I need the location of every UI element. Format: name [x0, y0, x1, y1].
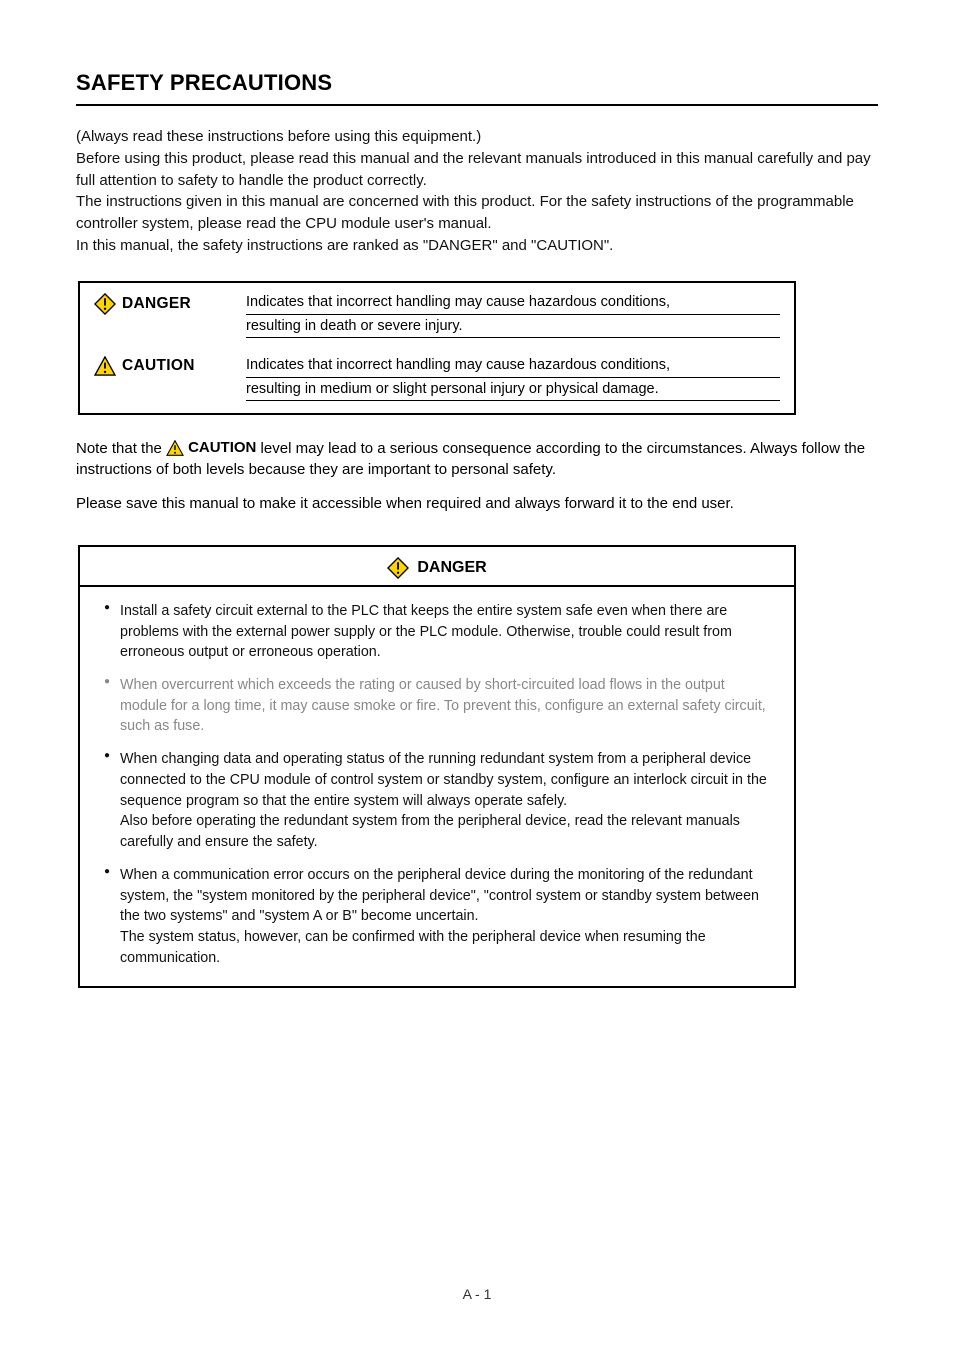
legend-row-caution: CAUTION Indicates that incorrect handlin…: [94, 356, 780, 401]
legend-caution-line2: resulting in medium or slight personal i…: [246, 378, 780, 400]
danger-block: DANGER Install a safety circuit external…: [78, 545, 796, 989]
page-number: A - 1: [0, 1286, 954, 1302]
after-legend-prefix: Note that the: [76, 440, 166, 457]
inline-caution-triangle-icon: [166, 440, 184, 456]
legend-caution-line1: Indicates that incorrect handling may ca…: [246, 356, 780, 379]
save-manual-paragraph: Please save this manual to make it acces…: [76, 493, 878, 515]
doc-title: SAFETY PRECAUTIONS: [76, 70, 878, 96]
legend-danger-line2: resulting in death or severe injury.: [246, 315, 780, 337]
title-rule: [76, 104, 878, 106]
legend-box: DANGER Indicates that incorrect handling…: [78, 281, 796, 415]
danger-label: DANGER: [94, 293, 234, 315]
danger-diamond-icon: [94, 293, 116, 315]
danger-header-diamond-icon: [387, 557, 409, 579]
caution-label-text: CAUTION: [122, 357, 195, 375]
danger-block-header-text: DANGER: [417, 559, 486, 577]
after-legend-paragraph: Note that the CAUTION level may lead to …: [76, 437, 878, 481]
inline-caution-label: CAUTION: [188, 437, 256, 459]
danger-list: Install a safety circuit external to the…: [104, 601, 770, 969]
danger-list-item: When overcurrent which exceeds the ratin…: [104, 675, 770, 737]
danger-block-body: Install a safety circuit external to the…: [80, 587, 794, 987]
danger-list-item: Install a safety circuit external to the…: [104, 601, 770, 663]
danger-label-text: DANGER: [122, 295, 191, 313]
inline-caution: CAUTION: [166, 437, 256, 459]
danger-list-item: When changing data and operating status …: [104, 749, 770, 853]
danger-block-header: DANGER: [80, 547, 794, 587]
intro-paragraph: (Always read these instructions before u…: [76, 126, 878, 257]
legend-danger-text: Indicates that incorrect handling may ca…: [246, 293, 780, 338]
legend-row-danger: DANGER Indicates that incorrect handling…: [94, 293, 780, 338]
danger-list-item: When a communication error occurs on the…: [104, 865, 770, 969]
caution-triangle-icon: [94, 356, 116, 376]
caution-label: CAUTION: [94, 356, 234, 376]
legend-caution-text: Indicates that incorrect handling may ca…: [246, 356, 780, 401]
legend-danger-line1: Indicates that incorrect handling may ca…: [246, 293, 780, 316]
